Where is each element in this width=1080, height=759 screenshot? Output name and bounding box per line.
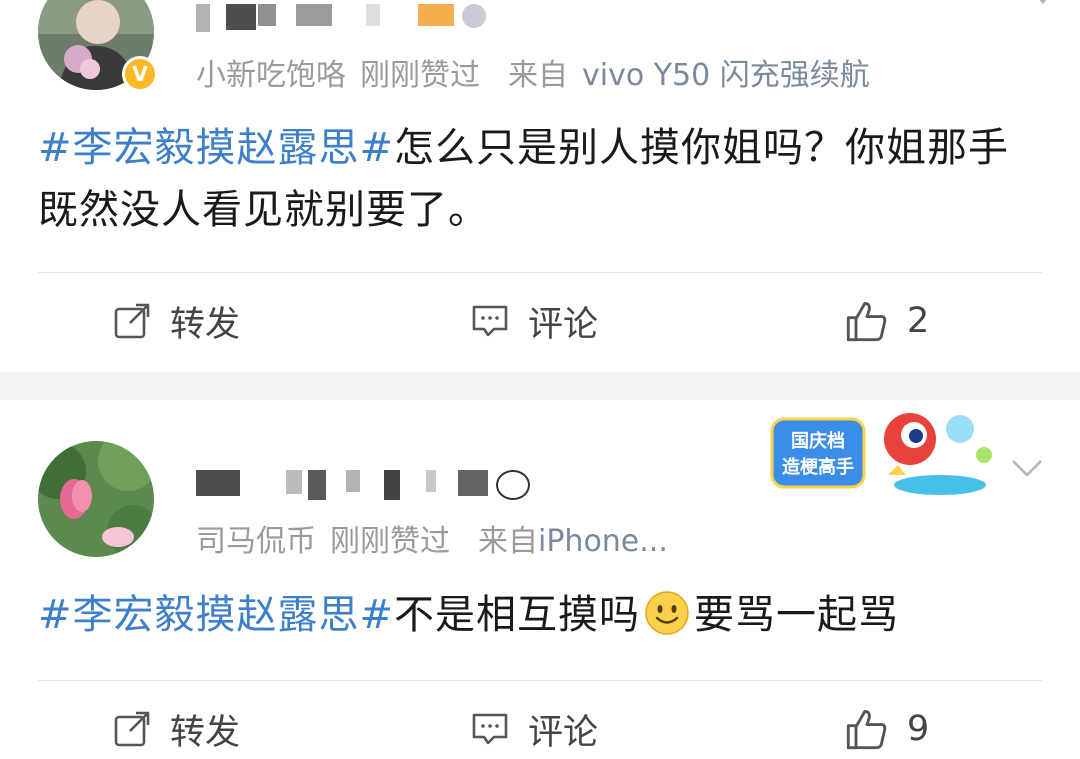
hashtag-link[interactable]: #李宏毅摸赵露思#: [38, 125, 394, 171]
badge-line2: 造梗高手: [782, 456, 854, 478]
post-content: #李宏毅摸赵露思#不是相互摸吗 要骂一起骂: [38, 584, 1043, 646]
divider: [38, 680, 1042, 681]
verified-icon: V: [122, 56, 158, 92]
badge-line1: 国庆档: [791, 430, 845, 452]
like-button[interactable]: 9: [845, 705, 929, 753]
smile-emoji-icon: [645, 591, 689, 635]
hashtag-link[interactable]: #李宏毅摸赵露思#: [38, 592, 394, 638]
comment-button[interactable]: 评论: [470, 297, 598, 345]
source-device: vivo Y50 闪充强续航: [582, 58, 870, 93]
comment-icon: [472, 305, 508, 337]
username-blurred[interactable]: [196, 470, 556, 500]
post-content: #李宏毅摸赵露思#怎么只是别人摸你姐吗？你姐那手既然没人看见就别要了。: [38, 117, 1043, 241]
comment-label: 评论: [528, 712, 599, 753]
divider: [38, 272, 1042, 273]
chevron-down-icon[interactable]: [1010, 456, 1044, 480]
source-prefix: 来自: [508, 58, 568, 93]
feed-gap: [0, 372, 1080, 400]
post-meta: 小新吃饱咯 刚刚赞过 来自 vivo Y50 闪充强续航: [196, 50, 870, 94]
user-desc: 小新吃饱咯: [196, 58, 346, 93]
repost-button[interactable]: 转发: [112, 705, 240, 753]
feed-post: V 小新吃饱咯 刚刚赞过 来自 vivo Y50 闪充强续航 #李宏毅摸赵露思#怎么只…: [0, 0, 1080, 372]
liked-status: 刚刚赞过: [330, 524, 450, 559]
post-meta: 司马侃币 刚刚赞过 来自iPhone...: [196, 516, 668, 560]
repost-icon: [114, 711, 150, 747]
like-icon: [846, 709, 887, 750]
source-prefix: 来自: [478, 524, 538, 559]
post-text: 不是相互摸吗: [394, 592, 641, 638]
chevron-down-icon[interactable]: [1028, 0, 1058, 10]
repost-button[interactable]: 转发: [112, 297, 240, 345]
user-desc: 司马侃币: [196, 524, 316, 559]
source-device: iPhone...: [538, 524, 668, 559]
repost-label: 转发: [170, 712, 241, 753]
promo-badge: 国庆档 造梗高手: [770, 413, 992, 495]
comment-icon: [472, 713, 508, 745]
like-count: 9: [907, 709, 930, 749]
comment-label: 评论: [528, 304, 599, 345]
username-blurred[interactable]: [196, 4, 496, 34]
post-text-end: 要骂一起骂: [694, 592, 900, 638]
comment-button[interactable]: 评论: [470, 705, 598, 753]
like-icon: [846, 301, 887, 342]
like-button[interactable]: 2: [845, 297, 929, 345]
repost-icon: [114, 303, 150, 339]
repost-label: 转发: [170, 304, 241, 345]
liked-status: 刚刚赞过: [360, 58, 480, 93]
avatar[interactable]: [38, 441, 154, 557]
like-count: 2: [907, 301, 930, 341]
